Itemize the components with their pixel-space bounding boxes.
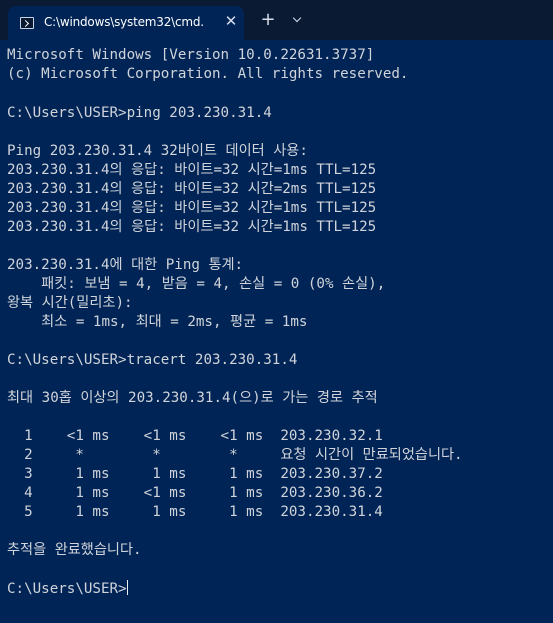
console-line: 최대 30홉 이상의 203.230.31.4(으)로 가는 경로 추적 (7, 390, 378, 406)
chevron-down-icon[interactable] (288, 10, 308, 30)
console-line: 3 1 ms 1 ms 1 ms 203.230.37.2 (7, 466, 383, 482)
console-line: 1 <1 ms <1 ms <1 ms 203.230.32.1 (7, 428, 383, 444)
console-line: 왕복 시간(밀리초): (7, 295, 133, 311)
console-line: Ping 203.230.31.4 32바이트 데이터 사용: (7, 143, 308, 159)
console-line: 5 1 ms 1 ms 1 ms 203.230.31.4 (7, 504, 383, 520)
console-line: 패킷: 보냄 = 4, 받음 = 4, 손실 = 0 (0% 손실), (7, 276, 386, 292)
console-line: Microsoft Windows [Version 10.0.22631.37… (7, 47, 375, 63)
console-line: 4 1 ms <1 ms 1 ms 203.230.36.2 (7, 485, 383, 501)
prompt-text: C:\Users\USER> (7, 581, 127, 597)
console-line: 2 * * * 요청 시간이 만료되었습니다. (7, 447, 463, 463)
console-line: (c) Microsoft Corporation. All rights re… (7, 66, 409, 82)
console-line: 최소 = 1ms, 최대 = 2ms, 평균 = 1ms (7, 314, 308, 330)
terminal-tab[interactable]: C:\windows\system32\cmd. ✕ (8, 6, 244, 40)
tab-title: C:\windows\system32\cmd. (44, 15, 204, 29)
console-line: 203.230.31.4의 응답: 바이트=32 시간=1ms TTL=125 (7, 162, 377, 178)
new-tab-button[interactable]: + (258, 10, 278, 30)
text-cursor (126, 580, 128, 595)
console-line: 추적을 완료했습니다. (7, 542, 142, 558)
terminal-output[interactable]: Microsoft Windows [Version 10.0.22631.37… (0, 40, 553, 623)
console-line: 203.230.31.4의 응답: 바이트=32 시간=2ms TTL=125 (7, 181, 377, 197)
prompt-line[interactable]: C:\Users\USER> (7, 580, 128, 599)
console-line: 203.230.31.4의 응답: 바이트=32 시간=1ms TTL=125 (7, 219, 377, 235)
console-line: C:\Users\USER>tracert 203.230.31.4 (7, 352, 298, 368)
title-bar: C:\windows\system32\cmd. ✕ + (0, 0, 553, 40)
close-tab-icon[interactable]: ✕ (222, 12, 240, 30)
console-line: 203.230.31.4에 대한 Ping 통계: (7, 257, 244, 273)
console-line: C:\Users\USER>ping 203.230.31.4 (7, 105, 272, 121)
console-line: 203.230.31.4의 응답: 바이트=32 시간=1ms TTL=125 (7, 200, 377, 216)
terminal-icon (20, 17, 34, 29)
